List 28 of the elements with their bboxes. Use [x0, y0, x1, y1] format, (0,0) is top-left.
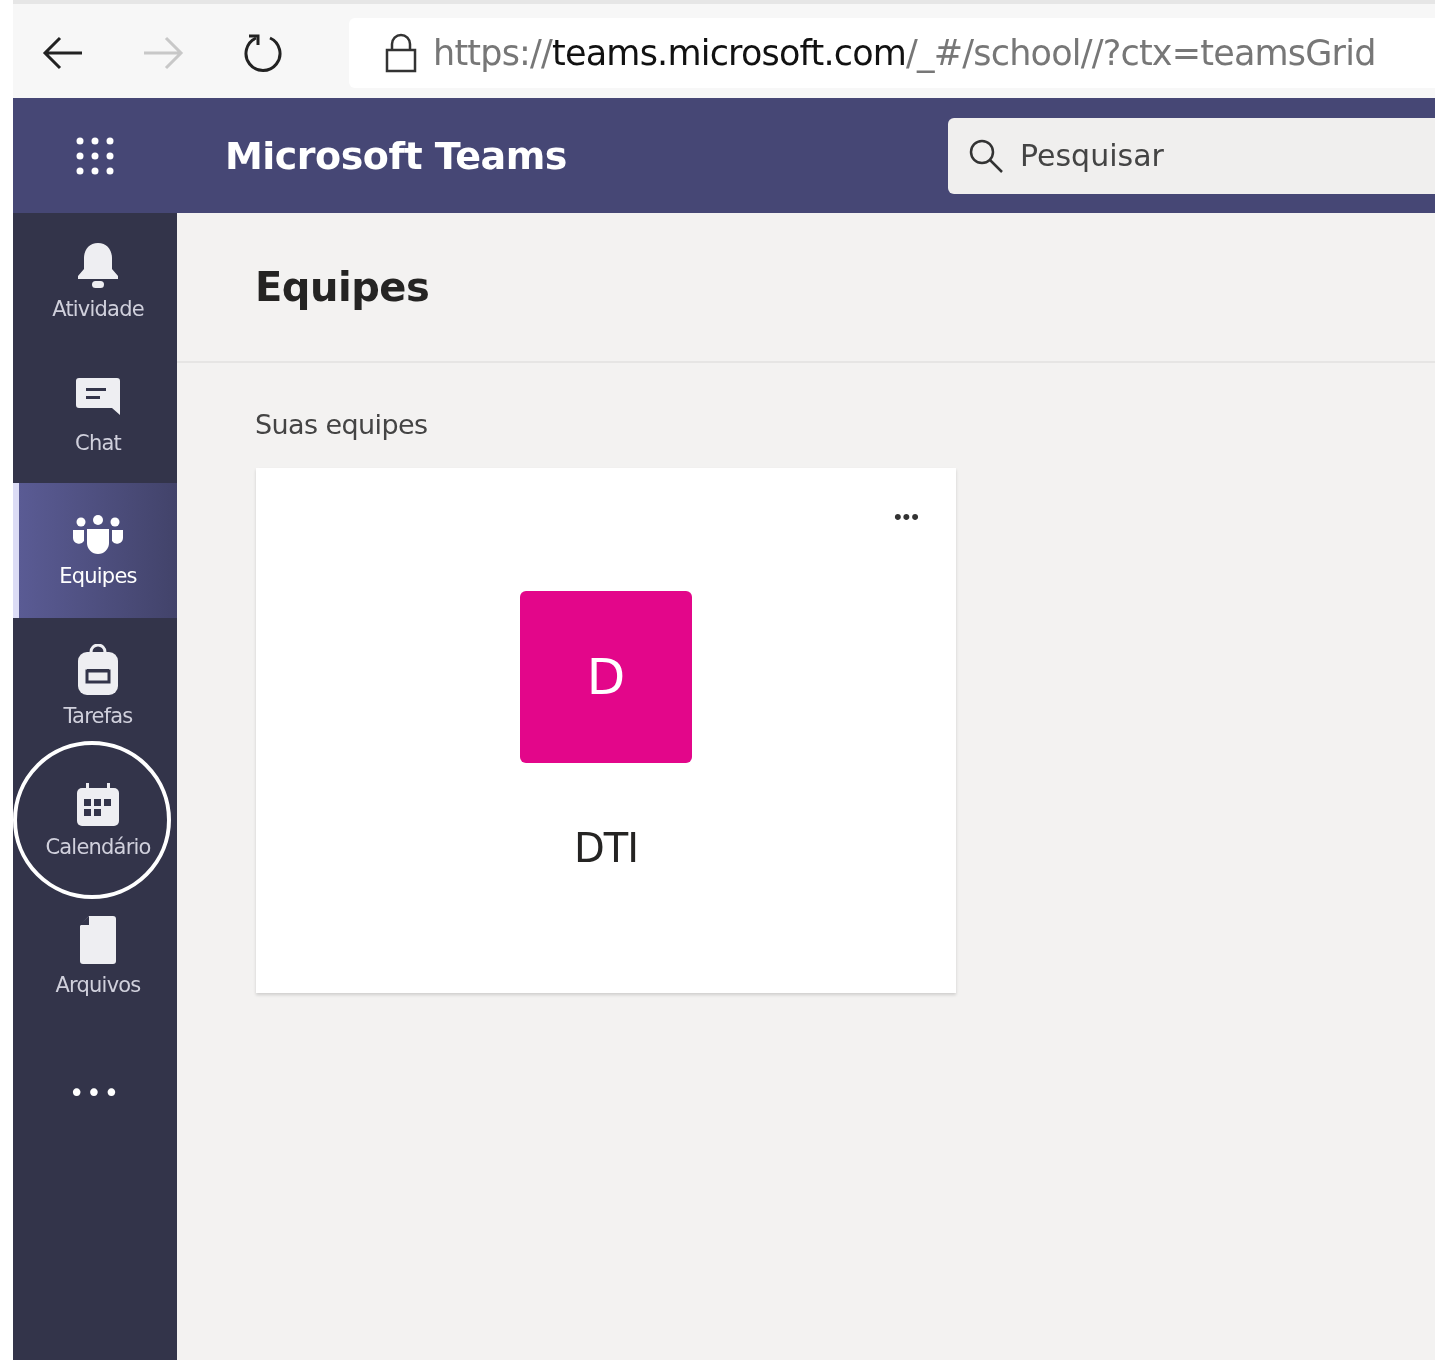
rail-item[interactable]: Atividade	[13, 213, 177, 348]
address-bar[interactable]: https://teams.microsoft.com/_#/school//?ctx=teamsGrid	[349, 18, 1435, 88]
team-avatar: D	[520, 591, 692, 763]
forward-arrow-icon	[142, 36, 184, 70]
search-icon	[968, 137, 1004, 174]
search-field[interactable]: Pesquisar	[948, 117, 1435, 194]
bell-icon	[76, 240, 120, 289]
team-name: DTI	[574, 825, 638, 871]
page-title: Equipes	[255, 264, 430, 310]
url-text: https://teams.microsoft.com/_#/school//?ctx=teamsGrid	[433, 33, 1376, 73]
rail-item[interactable]: Calendário	[13, 753, 177, 888]
people-icon	[72, 513, 124, 556]
more-options-button[interactable]: •••	[893, 504, 920, 530]
backpack-icon	[77, 643, 119, 696]
app-title: Microsoft Teams	[225, 133, 568, 178]
more-button[interactable]: •••	[13, 1023, 177, 1163]
lock-icon	[385, 33, 417, 73]
rail-item[interactable]: Chat	[13, 348, 177, 483]
rail-item[interactable]: Tarefas	[13, 618, 177, 753]
section-label: Suas equipes	[254, 408, 429, 440]
calendar-icon	[76, 782, 120, 827]
rail-item[interactable]: Arquivos	[13, 888, 177, 1023]
rail-item[interactable]: Equipes	[13, 483, 177, 618]
refresh-icon	[242, 32, 284, 74]
file-icon	[79, 914, 117, 965]
back-arrow-icon	[42, 36, 84, 70]
team-card[interactable]: ••• D DTI	[256, 468, 956, 993]
app-launcher-icon[interactable]	[76, 136, 114, 175]
